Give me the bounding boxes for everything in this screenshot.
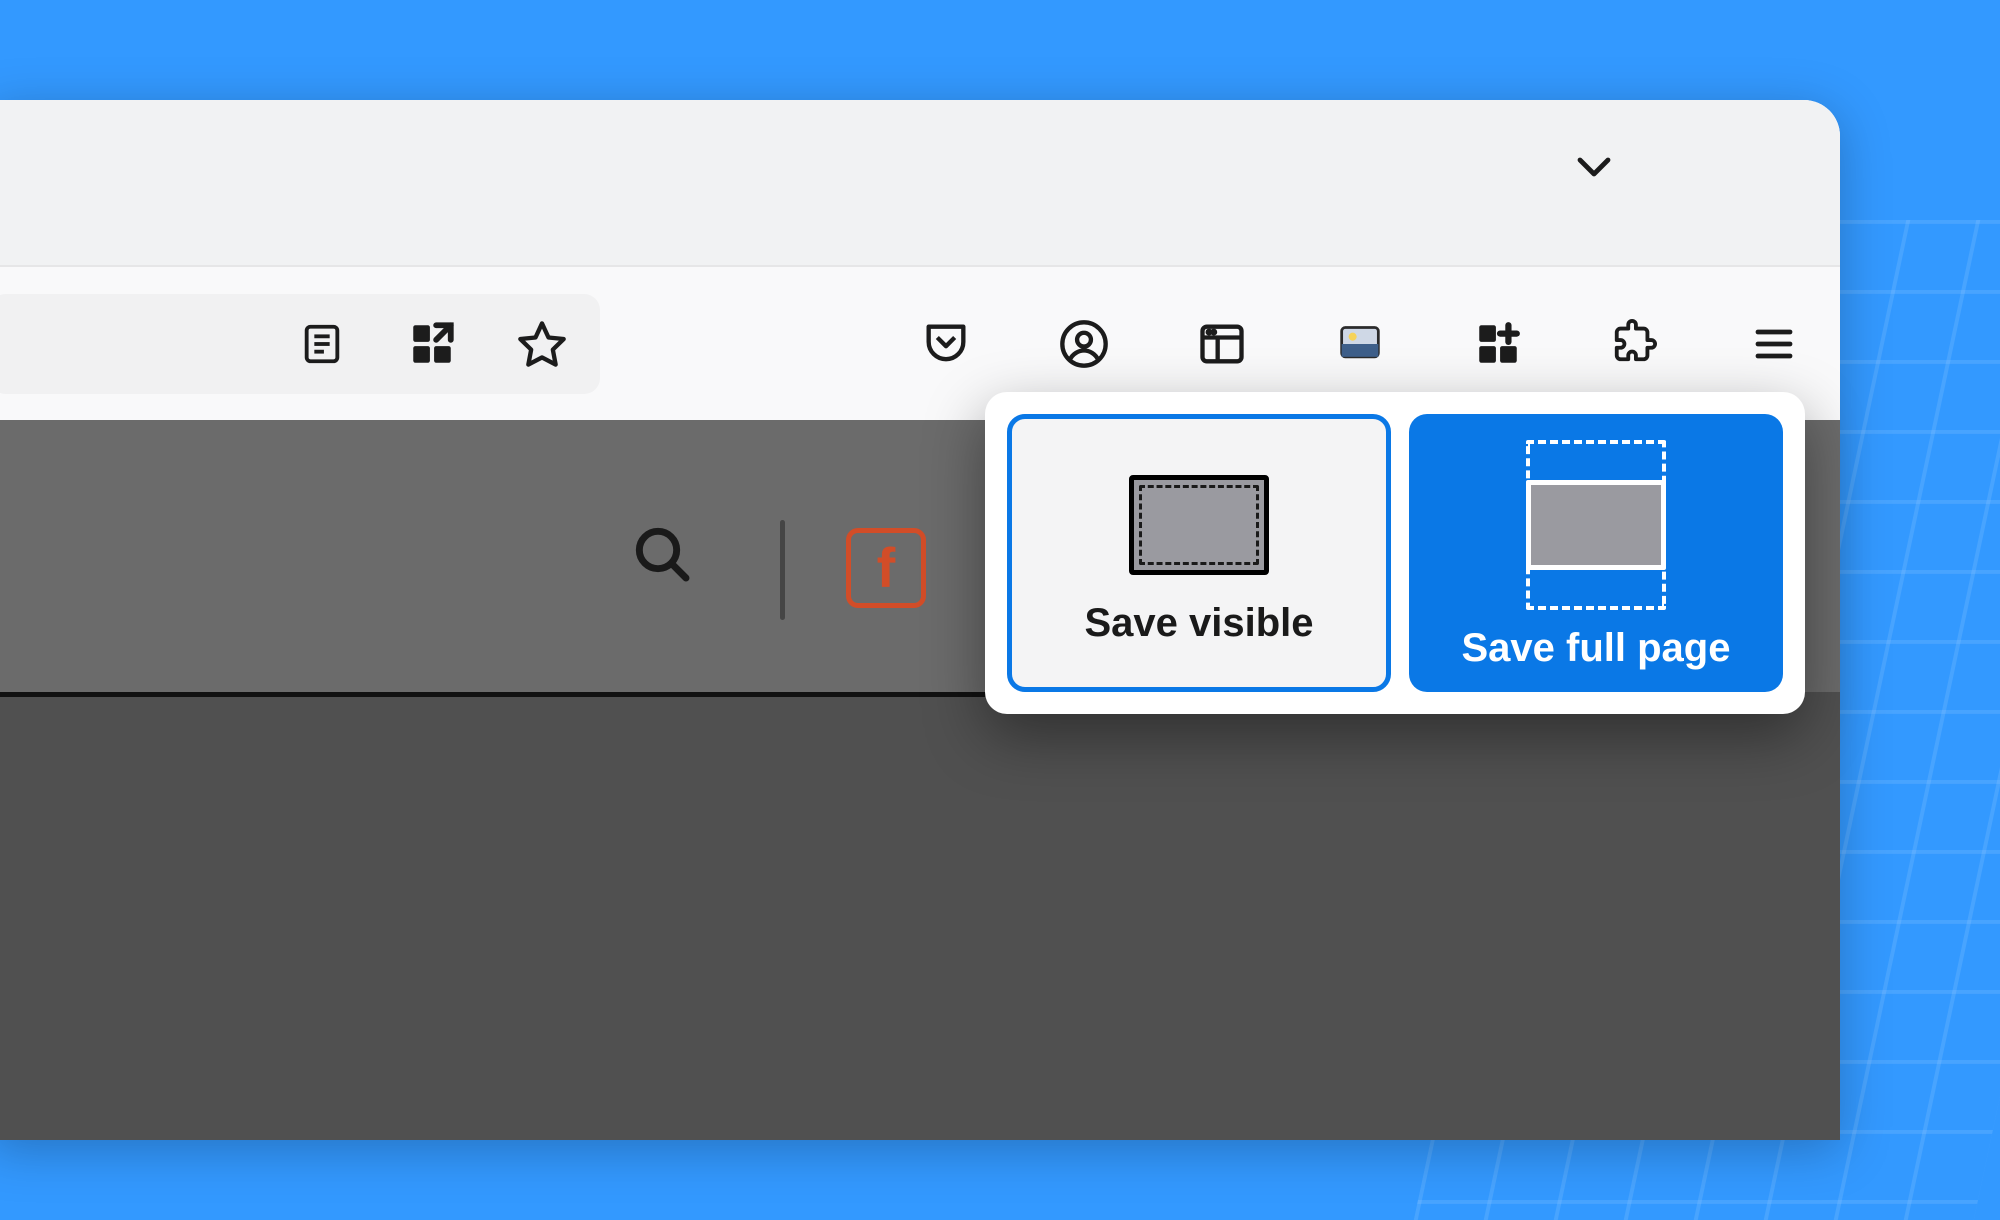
apps-icon[interactable] (406, 318, 458, 370)
save-full-label: Save full page (1462, 626, 1731, 671)
hamburger-menu-icon[interactable] (1748, 318, 1800, 370)
search-icon[interactable] (630, 522, 694, 586)
save-full-thumbnail-icon (1526, 450, 1666, 600)
extensions-puzzle-icon[interactable] (1610, 318, 1662, 370)
sidebar-panel-icon[interactable] (1196, 318, 1248, 370)
toolbar-right-group (920, 318, 1800, 370)
save-visible-label: Save visible (1084, 601, 1313, 646)
divider-line (0, 692, 990, 697)
address-bar-region (0, 294, 600, 394)
account-icon[interactable] (1058, 318, 1110, 370)
save-visible-button[interactable]: Save visible (1007, 414, 1391, 692)
add-to-apps-icon[interactable] (1472, 318, 1524, 370)
picture-icon[interactable] (1334, 318, 1386, 370)
pocket-icon[interactable] (920, 318, 972, 370)
facebook-icon[interactable]: f (846, 528, 926, 608)
reader-view-icon[interactable] (296, 318, 348, 370)
bookmark-star-icon[interactable] (516, 318, 568, 370)
separator (780, 520, 785, 620)
save-visible-thumbnail-icon (1129, 475, 1269, 575)
tab-strip (0, 100, 1840, 265)
screenshot-popup: Save visible Save full page (985, 392, 1805, 714)
chevron-down-icon[interactable] (1568, 140, 1620, 192)
facebook-glyph: f (877, 540, 896, 596)
save-full-page-button[interactable]: Save full page (1409, 414, 1783, 692)
